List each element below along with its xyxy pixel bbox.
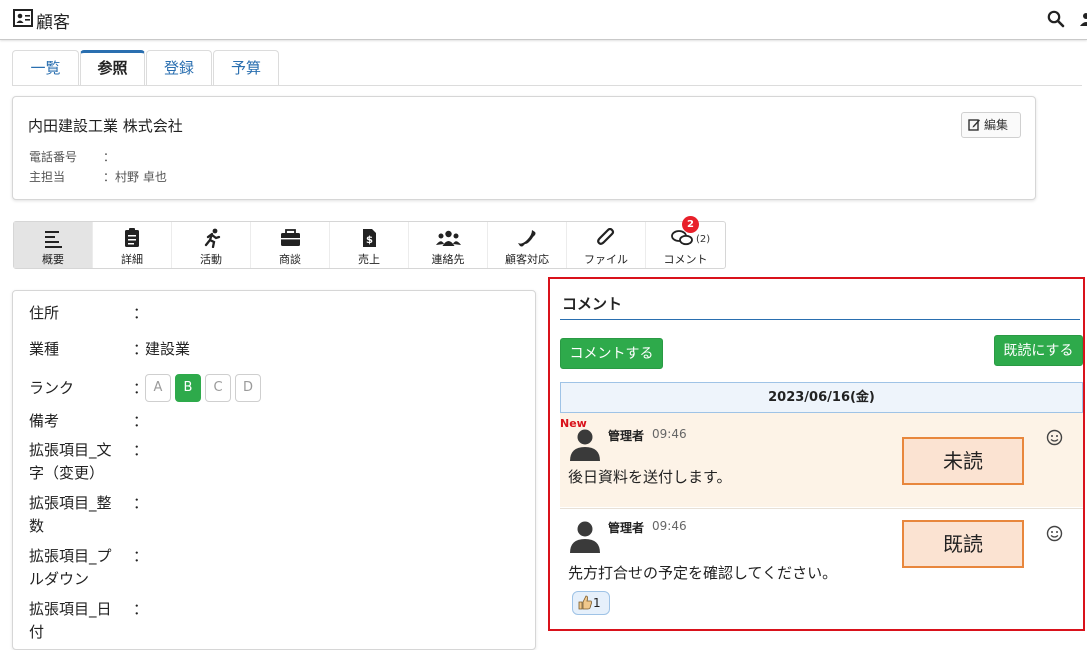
rank-option-d[interactable]: D (235, 374, 261, 402)
comment-text: 先方打合せの予定を確認してください。 (568, 564, 838, 582)
comment-time: 09:46 (652, 427, 687, 441)
owner-value: ：村野 卓也 (103, 170, 167, 184)
comment-panel: コメント コメントする 既読にする 2023/06/16(金) New 管理者 … (548, 277, 1085, 631)
reaction-count: 1 (593, 596, 601, 610)
tabs-divider (12, 85, 1082, 86)
comment-badge: 2 (682, 216, 699, 233)
comment-author: 管理者 (608, 521, 645, 535)
tab-overview[interactable]: 概要 (14, 222, 93, 268)
comment-date-header: 2023/06/16(金) (560, 382, 1083, 413)
tab-comments[interactable]: 2 (2) コメント (646, 216, 725, 268)
phone-row: 電話番号 ： (29, 148, 115, 165)
running-person-icon (204, 228, 221, 248)
page-title: 顧客 (36, 13, 70, 33)
edit-icon (968, 119, 980, 131)
comment-item: 管理者 09:46 先方打合せの予定を確認してください。 既読 1 (560, 508, 1083, 628)
unread-stamp: 未読 (902, 437, 1024, 485)
list-lines-icon (45, 231, 62, 248)
paperclip-icon (597, 228, 615, 245)
rank-option-b[interactable]: B (175, 374, 201, 402)
tab-reference[interactable]: 参照 (80, 50, 145, 86)
invoice-dollar-icon: $ (363, 229, 376, 247)
rank-option-a[interactable]: A (145, 374, 171, 402)
tab-budget[interactable]: 予算 (213, 50, 279, 86)
tab-details[interactable]: 詳細 (93, 222, 172, 268)
tab-contacts[interactable]: 連絡先 (409, 222, 488, 268)
tab-sales[interactable]: $ 売上 (330, 222, 409, 268)
user-icon[interactable] (1078, 10, 1087, 28)
owner-label: 主担当 (29, 170, 66, 184)
comment-count: (2) (696, 234, 711, 245)
phone-value: ： (103, 150, 116, 164)
customer-summary-card: 内田建設工業 株式会社 編集 電話番号 ： 主担当 ：村野 卓也 (12, 96, 1036, 200)
tab-list[interactable]: 一覧 (12, 50, 79, 86)
reaction-chip[interactable]: 1 (572, 591, 610, 615)
tab-deals[interactable]: 商談 (251, 222, 330, 268)
company-name: 内田建設工業 株式会社 (28, 117, 183, 135)
tab-activity[interactable]: 活動 (172, 222, 251, 268)
thumbs-up-icon (578, 595, 593, 610)
phone-icon (518, 230, 536, 247)
comment-author: 管理者 (608, 429, 645, 443)
tab-customer-support[interactable]: 顧客対応 (488, 222, 567, 268)
search-icon[interactable] (1047, 10, 1065, 28)
tab-register[interactable]: 登録 (146, 50, 212, 86)
comment-time: 09:46 (652, 519, 687, 533)
rank-option-c[interactable]: C (205, 374, 231, 402)
svg-text:$: $ (366, 235, 373, 246)
avatar-icon (570, 521, 600, 553)
owner-row: 主担当 ：村野 卓也 (29, 168, 167, 185)
phone-label: 電話番号 (29, 150, 78, 164)
comment-item: New 管理者 09:46 後日資料を送付します。 未読 (560, 413, 1083, 507)
briefcase-icon (281, 229, 300, 246)
comment-text: 後日資料を送付します。 (568, 468, 732, 486)
smile-icon[interactable] (1046, 429, 1063, 446)
comment-panel-title: コメント (562, 295, 623, 313)
section-tabs: 概要 詳細 活動 商談 $ 売上 連絡先 顧客対応 ファイル 2 (2) コメン… (13, 216, 726, 269)
detail-panel: 住所 ： 業種 ： 建設業 ランク ： ABCD 備考 ： 拡張項目_文 ： 字… (12, 290, 536, 650)
tab-files[interactable]: ファイル (567, 222, 646, 268)
avatar-icon (570, 429, 600, 461)
mark-read-button[interactable]: 既読にする (994, 335, 1083, 366)
rank-options: ABCD (145, 374, 265, 402)
read-stamp: 既読 (902, 520, 1024, 568)
add-comment-button[interactable]: コメントする (560, 338, 663, 369)
comment-title-underline (560, 319, 1080, 320)
smile-icon[interactable] (1046, 525, 1063, 542)
edit-button[interactable]: 編集 (961, 112, 1021, 138)
top-bar: 顧客 (0, 0, 1087, 40)
contact-card-icon (13, 9, 33, 27)
people-group-icon (436, 230, 461, 246)
clipboard-icon (125, 228, 139, 247)
